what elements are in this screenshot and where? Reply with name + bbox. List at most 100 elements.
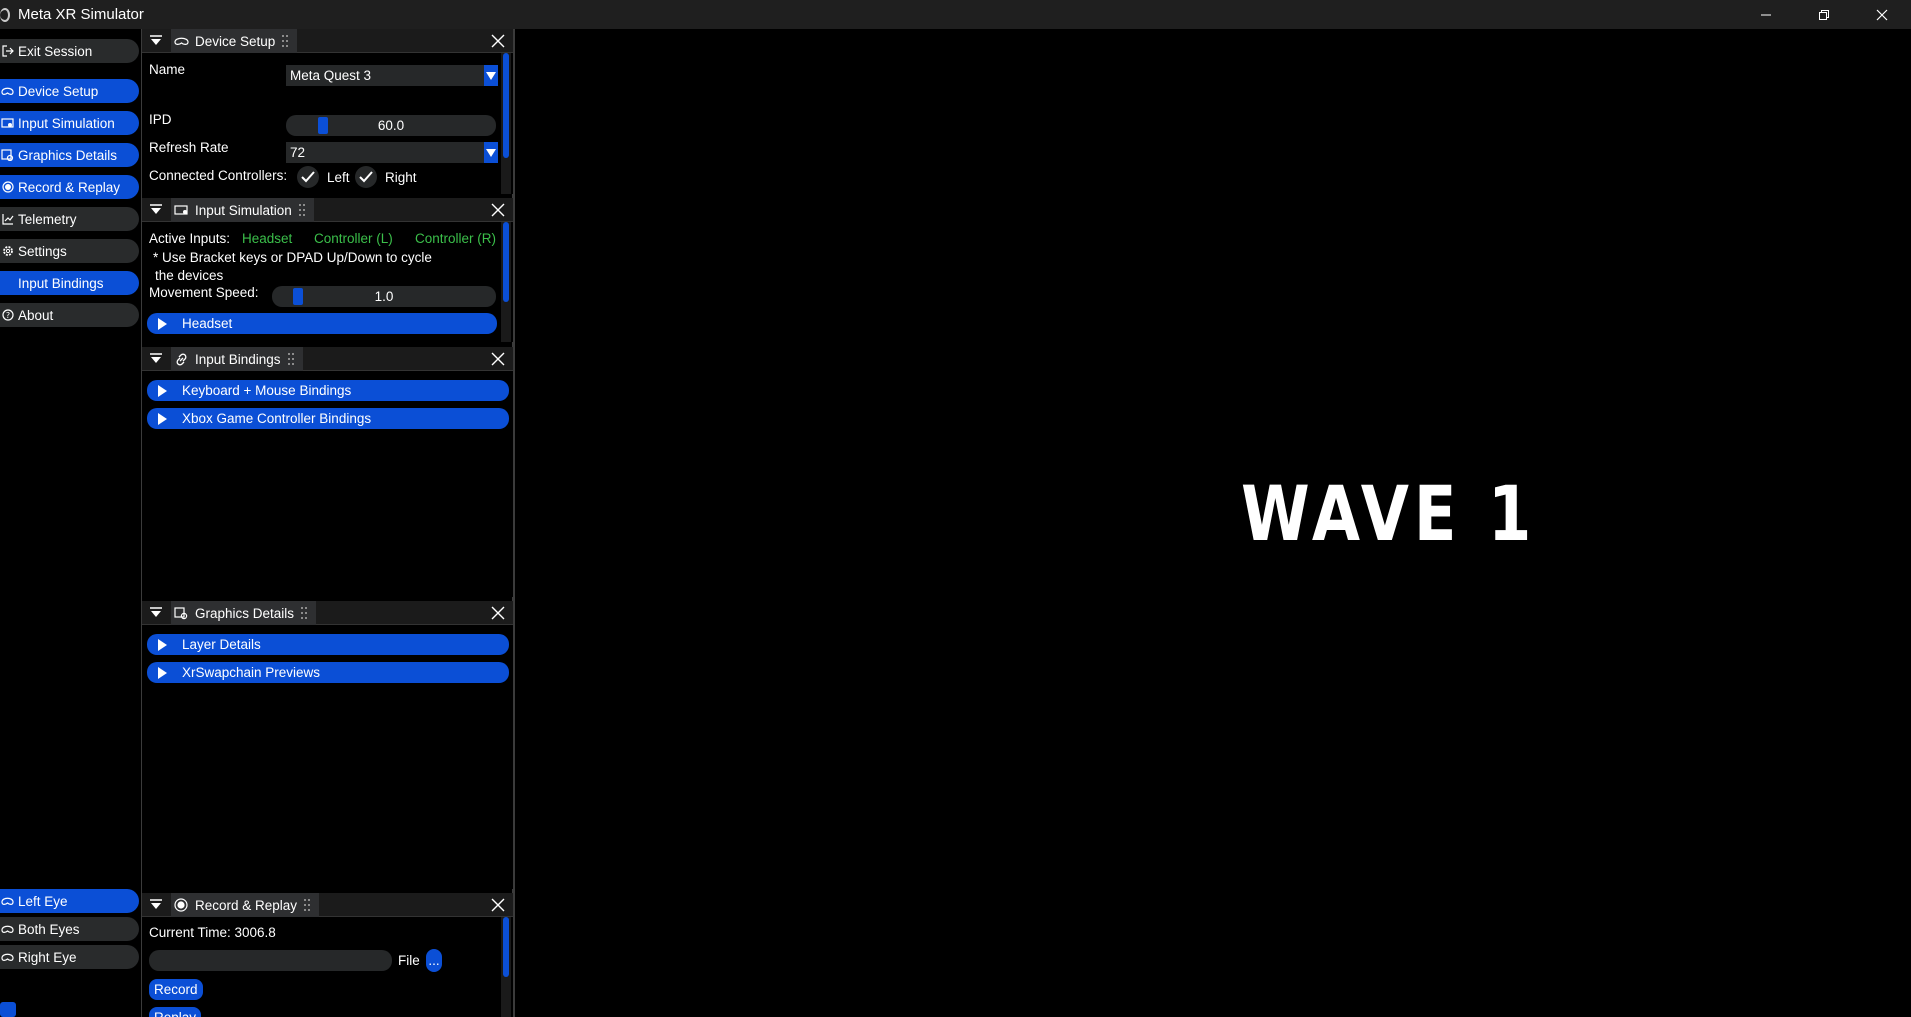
browse-file-button[interactable]: ... [426,949,442,972]
panel-title: Input Simulation [195,202,292,218]
sidebar-item-label: Input Simulation [18,115,115,131]
sidebar-item-device-setup[interactable]: Device Setup [0,79,139,103]
xbox-controller-bindings-node[interactable]: Xbox Game Controller Bindings [147,408,509,429]
scrollbar-thumb[interactable] [503,53,509,158]
sidebar-item-both-eyes[interactable]: Both Eyes [0,917,139,941]
restore-button[interactable] [1795,0,1853,29]
movement-speed-value: 1.0 [374,289,394,304]
sidebar-item-record-replay[interactable]: Record & Replay [0,175,139,199]
window-title: Meta XR Simulator [18,6,144,23]
collapse-icon[interactable] [150,203,162,217]
sidebar-item-input-bindings[interactable]: Input Bindings [0,271,139,295]
tab-graphics-details[interactable]: Graphics Details [171,601,317,625]
gear-icon [1,245,14,258]
tree-node-label: XrSwapchain Previews [182,665,321,680]
ipd-slider[interactable]: 60.0 [286,115,496,136]
left-controller-checkbox[interactable] [297,166,319,188]
close-window-button[interactable] [1853,0,1911,29]
headset-tree-node[interactable]: Headset [147,313,497,334]
scrollbar[interactable] [501,222,511,342]
record-button[interactable]: Record [149,979,203,1000]
sidebar-item-settings[interactable]: Settings [0,239,139,263]
input-simulation-panel: Input Simulation Active Inputs: Headset … [142,198,513,342]
panel-title: Graphics Details [195,605,295,621]
drag-handle-icon[interactable] [300,606,308,620]
sidebar-item-telemetry[interactable]: Telemetry [0,207,139,231]
device-name-select[interactable]: Meta Quest 3 [286,65,498,86]
minimize-icon [1761,14,1771,15]
sidebar-item-graphics-details[interactable]: Graphics Details [0,143,139,167]
replay-button[interactable]: Replay [149,1007,202,1017]
collapse-sidebar-button[interactable] [0,1002,16,1017]
panel-header: Record & Replay [142,893,513,917]
scrollbar-thumb[interactable] [503,917,509,977]
close-icon[interactable] [491,898,505,912]
tab-device-setup[interactable]: Device Setup [171,29,298,53]
scrollbar[interactable] [501,917,511,1017]
record-file-input[interactable] [149,950,392,971]
tab-input-simulation[interactable]: Input Simulation [171,198,314,222]
tab-input-bindings[interactable]: Input Bindings [171,347,303,371]
keyboard-mouse-bindings-node[interactable]: Keyboard + Mouse Bindings [147,380,509,401]
refresh-rate-select[interactable]: 72 [286,142,498,163]
xrswapchain-previews-node[interactable]: XrSwapchain Previews [147,662,509,683]
left-controller-label: Left [327,170,350,185]
active-input-controller-right[interactable]: Controller (R) [415,231,496,246]
sidebar-item-label: Graphics Details [18,147,118,163]
link-icon [174,352,190,366]
eye-icon [1,923,14,936]
sidebar-item-exit-session[interactable]: Exit Session [0,39,139,63]
sidebar-item-input-simulation[interactable]: Input Simulation [0,111,139,135]
movement-speed-slider[interactable]: 1.0 [272,286,496,307]
active-input-headset[interactable]: Headset [242,231,292,246]
keyboard-icon [1,117,14,130]
sidebar-item-label: Input Bindings [18,275,104,291]
cycle-devices-hint: * Use Bracket keys or DPAD Up/Down to cy… [153,250,432,283]
tab-record-replay[interactable]: Record & Replay [171,893,320,917]
close-icon[interactable] [491,203,505,217]
help-icon: ? [1,309,14,322]
scrollbar-thumb[interactable] [503,222,509,302]
sidebar: Exit Session Device Setup Input Simulati… [0,29,140,1017]
minimize-button[interactable] [1737,0,1795,29]
sidebar-item-label: Telemetry [18,211,77,227]
record-icon [1,181,14,194]
close-icon[interactable] [491,34,505,48]
tree-node-label: Keyboard + Mouse Bindings [182,383,352,398]
close-icon[interactable] [491,352,505,366]
collapse-icon[interactable] [150,34,162,48]
collapse-icon[interactable] [150,606,162,620]
wave-text: WAVE 1 [1241,469,1537,558]
expand-arrow-icon [158,412,167,425]
sidebar-item-label: About [18,307,54,323]
expand-arrow-icon [158,638,167,651]
drag-handle-icon[interactable] [303,898,311,912]
eye-icon [1,951,14,964]
scrollbar[interactable] [501,53,511,194]
movement-speed-label: Movement Speed: [149,285,259,300]
device-name-value: Meta Quest 3 [290,68,372,83]
panel-body: Active Inputs: Headset Controller (L) Co… [142,222,513,342]
link-icon [1,277,14,290]
drag-handle-icon[interactable] [298,203,306,217]
window-controls [1737,0,1911,29]
right-controller-checkbox[interactable] [355,166,377,188]
eye-icon [1,895,14,908]
xr-viewport[interactable]: WAVE 1 [518,29,1911,1017]
sidebar-item-label: Exit Session [18,43,93,59]
active-input-controller-left[interactable]: Controller (L) [314,231,393,246]
collapse-icon[interactable] [150,352,162,366]
drag-handle-icon[interactable] [281,34,289,48]
close-icon[interactable] [491,606,505,620]
svg-text:?: ? [5,311,9,320]
layer-details-node[interactable]: Layer Details [147,634,509,655]
headset-icon [174,34,190,48]
sidebar-item-about[interactable]: ? About [0,303,139,327]
refresh-rate-value: 72 [290,145,306,160]
drag-handle-icon[interactable] [287,352,295,366]
sidebar-item-right-eye[interactable]: Right Eye [0,945,139,969]
sidebar-item-left-eye[interactable]: Left Eye [0,889,139,913]
ipd-label: IPD [149,112,172,127]
collapse-icon[interactable] [150,898,162,912]
panel-header: Device Setup [142,29,513,53]
